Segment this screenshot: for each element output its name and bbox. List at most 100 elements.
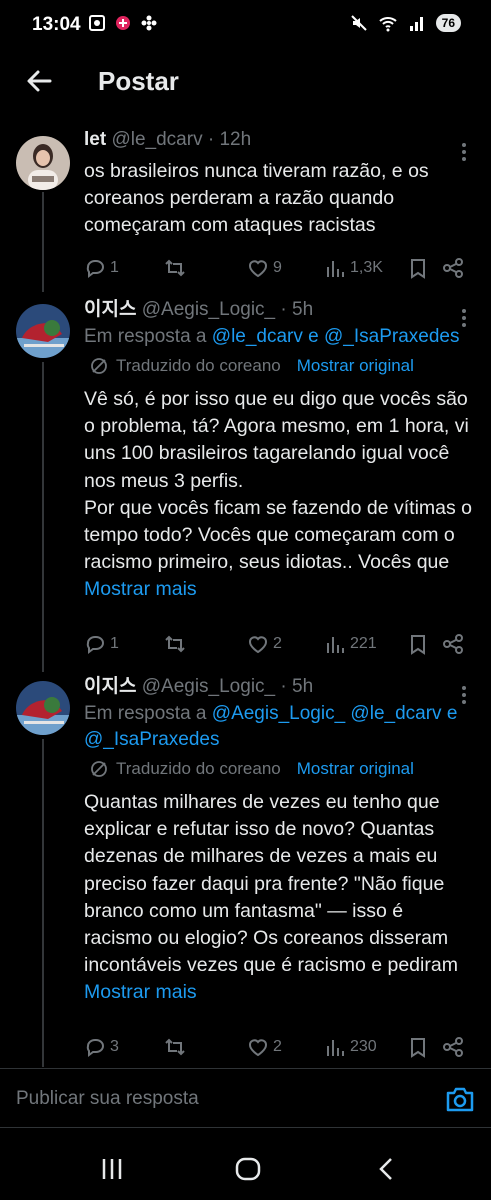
home-icon[interactable]: [233, 1156, 263, 1182]
signal-icon: [409, 17, 423, 31]
author-handle[interactable]: @Aegis_Logic_: [142, 676, 275, 697]
author-handle[interactable]: @le_dcarv: [111, 129, 202, 150]
author-name[interactable]: 이지스: [84, 676, 136, 697]
post[interactable]: let @le_dcarv · 12h os brasileiros nunca…: [0, 128, 491, 296]
views-icon: [327, 637, 344, 653]
more-vertical-icon[interactable]: [461, 142, 467, 162]
more-vertical-icon[interactable]: [461, 685, 467, 705]
thread-line: [42, 739, 44, 1067]
heart-icon: [249, 260, 267, 278]
heart-icon: [249, 1039, 267, 1057]
reply-composer: [0, 1068, 491, 1128]
status-time: 13:04: [32, 14, 81, 35]
share-button[interactable]: [442, 257, 464, 279]
reply-icon: [86, 1039, 104, 1057]
share-button[interactable]: [442, 633, 464, 655]
views-count: 221: [350, 635, 377, 652]
like-button[interactable]: 2: [247, 633, 282, 655]
page-title: Postar: [98, 66, 179, 96]
avatar[interactable]: [16, 136, 70, 190]
camera-icon[interactable]: [445, 1085, 475, 1113]
reply-input[interactable]: [16, 1083, 416, 1115]
repost-icon: [165, 259, 185, 277]
show-original-link[interactable]: Mostrar original: [297, 759, 414, 779]
show-original-link[interactable]: Mostrar original: [297, 356, 414, 376]
status-system-icons: 76: [350, 14, 461, 32]
post-body: 이지스 @Aegis_Logic_ · 5h Em resposta a @le…: [84, 298, 475, 604]
reply-button[interactable]: 3: [84, 1036, 119, 1058]
post-time: 12h: [219, 129, 252, 150]
like-button[interactable]: 2: [247, 1036, 282, 1058]
separator-dot: ·: [280, 676, 287, 697]
translated-label: Traduzido do coreano: [116, 759, 281, 778]
mute-icon: [350, 15, 367, 31]
post-time: 5h: [292, 299, 314, 320]
avatar[interactable]: [16, 681, 70, 735]
separator-dot: ·: [207, 129, 215, 150]
views-icon: [327, 261, 344, 277]
share-icon: [443, 258, 463, 278]
bookmark-icon: [411, 259, 425, 279]
reply-icon: [86, 636, 104, 654]
repost-button[interactable]: [164, 257, 186, 279]
views-button[interactable]: 1,3K: [324, 257, 383, 279]
author-name[interactable]: 이지스: [84, 299, 136, 320]
translated-label: Traduzido do coreano: [116, 356, 281, 375]
post-header: 이지스 @Aegis_Logic_ · 5h: [84, 675, 475, 699]
like-count: 2: [273, 635, 282, 652]
share-icon: [443, 634, 463, 654]
translate-icon: [91, 358, 107, 374]
post-time: 5h: [292, 676, 314, 697]
views-button[interactable]: 230: [324, 1036, 377, 1058]
share-icon: [443, 1037, 463, 1057]
repost-button[interactable]: [164, 633, 186, 655]
battery-indicator: 76: [435, 14, 461, 32]
system-navigation-bar: [0, 1136, 491, 1200]
reply-prefix: Em resposta a: [84, 703, 207, 724]
post[interactable]: 이지스 @Aegis_Logic_ · 5h Em resposta a @Ae…: [0, 675, 491, 1067]
author-name[interactable]: let: [84, 129, 106, 150]
post-text: Vê só, é por isso que eu digo que vocês …: [84, 386, 475, 604]
bookmark-button[interactable]: [407, 633, 429, 655]
reply-count: 1: [110, 635, 119, 652]
recent-apps-icon[interactable]: [97, 1156, 127, 1182]
show-more-link[interactable]: Mostrar mais: [84, 981, 197, 1003]
post-body: let @le_dcarv · 12h os brasileiros nunca…: [84, 128, 475, 240]
thread-line: [42, 362, 44, 672]
heart-icon: [249, 636, 267, 654]
author-handle[interactable]: @Aegis_Logic_: [142, 299, 275, 320]
like-count: 9: [273, 259, 282, 276]
share-button[interactable]: [442, 1036, 464, 1058]
post-text: Quantas milhares de vezes eu tenho que e…: [84, 789, 475, 1007]
bookmark-button[interactable]: [407, 1036, 429, 1058]
more-vertical-icon[interactable]: [461, 308, 467, 328]
arrow-left-icon[interactable]: [22, 64, 56, 98]
views-button[interactable]: 221: [324, 633, 377, 655]
app-notification-icon: [116, 16, 130, 30]
bookmark-button[interactable]: [407, 257, 429, 279]
back-nav-icon[interactable]: [372, 1156, 402, 1182]
reply-to: Em resposta a @le_dcarv e @_IsaPraxedes: [84, 324, 475, 350]
views-count: 230: [350, 1038, 377, 1055]
post-header: 이지스 @Aegis_Logic_ · 5h: [84, 298, 475, 322]
like-count: 2: [273, 1038, 282, 1055]
post-actions: 1 9 1,3K: [84, 256, 465, 280]
screenshot-icon: [89, 15, 105, 31]
reply-mentions[interactable]: @le_dcarv e @_IsaPraxedes: [212, 326, 460, 347]
reply-button[interactable]: 1: [84, 257, 119, 279]
wifi-icon: [378, 17, 397, 32]
show-more-link[interactable]: Mostrar mais: [84, 578, 197, 600]
reply-prefix: Em resposta a: [84, 326, 207, 347]
repost-icon: [165, 1038, 185, 1056]
post-text: os brasileiros nunca tiveram razão, e os…: [84, 160, 435, 237]
avatar[interactable]: [16, 304, 70, 358]
post[interactable]: 이지스 @Aegis_Logic_ · 5h Em resposta a @le…: [0, 298, 491, 672]
status-notification-icons: [88, 14, 158, 32]
reply-button[interactable]: 1: [84, 633, 119, 655]
repost-icon: [165, 635, 185, 653]
like-button[interactable]: 9: [247, 257, 282, 279]
translation-notice: Traduzido do coreano Mostrar original: [90, 356, 475, 376]
flower-icon: [141, 15, 157, 31]
repost-button[interactable]: [164, 1036, 186, 1058]
views-count: 1,3K: [350, 259, 383, 276]
